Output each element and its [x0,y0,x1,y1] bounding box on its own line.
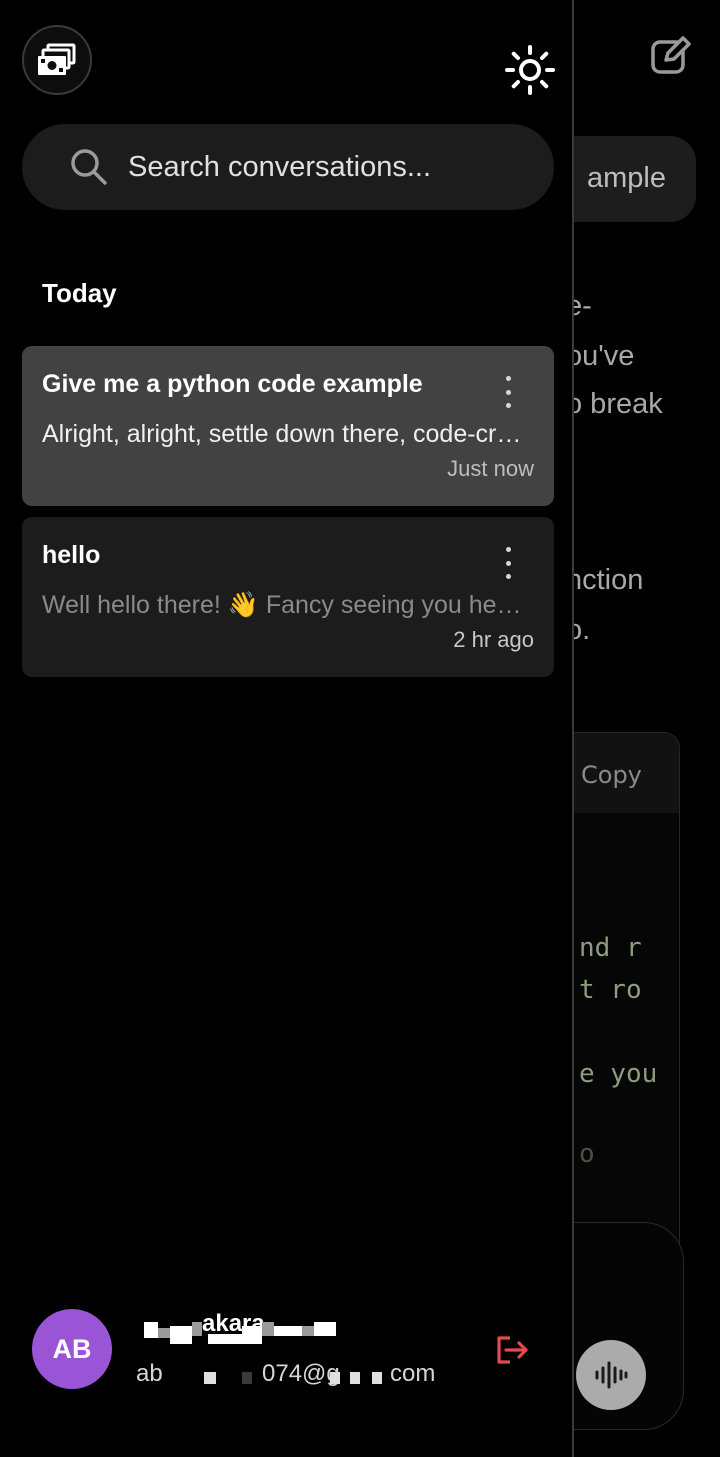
search-bar [22,124,554,210]
conversation-title: Give me a python code example [42,370,423,398]
user-email-redacted: ab 074@g com [136,1356,446,1390]
avatar[interactable]: AB [32,1309,112,1389]
money-stack-icon [38,43,76,75]
logout-button[interactable] [492,1330,532,1370]
app-logo-button[interactable] [22,25,92,95]
conversation-preview: Alright, alright, settle down there, cod… [42,420,522,448]
more-options-icon[interactable] [496,376,520,408]
chat-text-fragment: ou've [566,340,635,372]
email-fragment: com [390,1360,436,1387]
conversation-item[interactable]: Give me a python code example Alright, a… [22,346,554,506]
edit-square-icon [651,36,691,74]
chat-text-fragment: o break [566,388,663,420]
conversation-time: Just now [447,456,534,481]
app-screen: ample e- ou've o break nction o. Copy nd… [0,0,720,1457]
search-icon [71,149,107,185]
conversation-preview: Well hello there! 👋 Fancy seeing you her… [42,591,526,619]
sidebar-drawer: Today Give me a python code example Alri… [0,0,574,1457]
conversation-time: 2 hr ago [453,627,534,652]
conversation-title: hello [42,541,101,569]
avatar-initials: AB [52,1333,92,1364]
code-line: nd r [579,933,642,963]
user-name-redacted: akara [144,1312,340,1346]
voice-wave-icon [595,1361,628,1389]
more-options-icon[interactable] [496,547,520,579]
theme-toggle-button[interactable] [504,44,556,96]
logout-icon [497,1336,528,1364]
conversation-item[interactable]: hello Well hello there! 👋 Fancy seeing y… [22,517,554,677]
sun-icon [505,45,555,95]
email-fragment: ab [136,1360,163,1387]
voice-input-button[interactable] [576,1340,646,1410]
new-chat-button[interactable] [648,34,692,78]
copy-code-button[interactable]: Copy [581,761,642,789]
section-label-today: Today [42,278,117,308]
email-fragment: 074@g [262,1360,340,1387]
chat-title-fragment: ample [587,162,666,194]
chat-text-fragment: nction [566,564,644,596]
code-line: o [579,1139,595,1169]
search-input[interactable] [128,142,528,192]
code-line: e you [579,1059,658,1089]
code-line: t ro [579,975,642,1005]
